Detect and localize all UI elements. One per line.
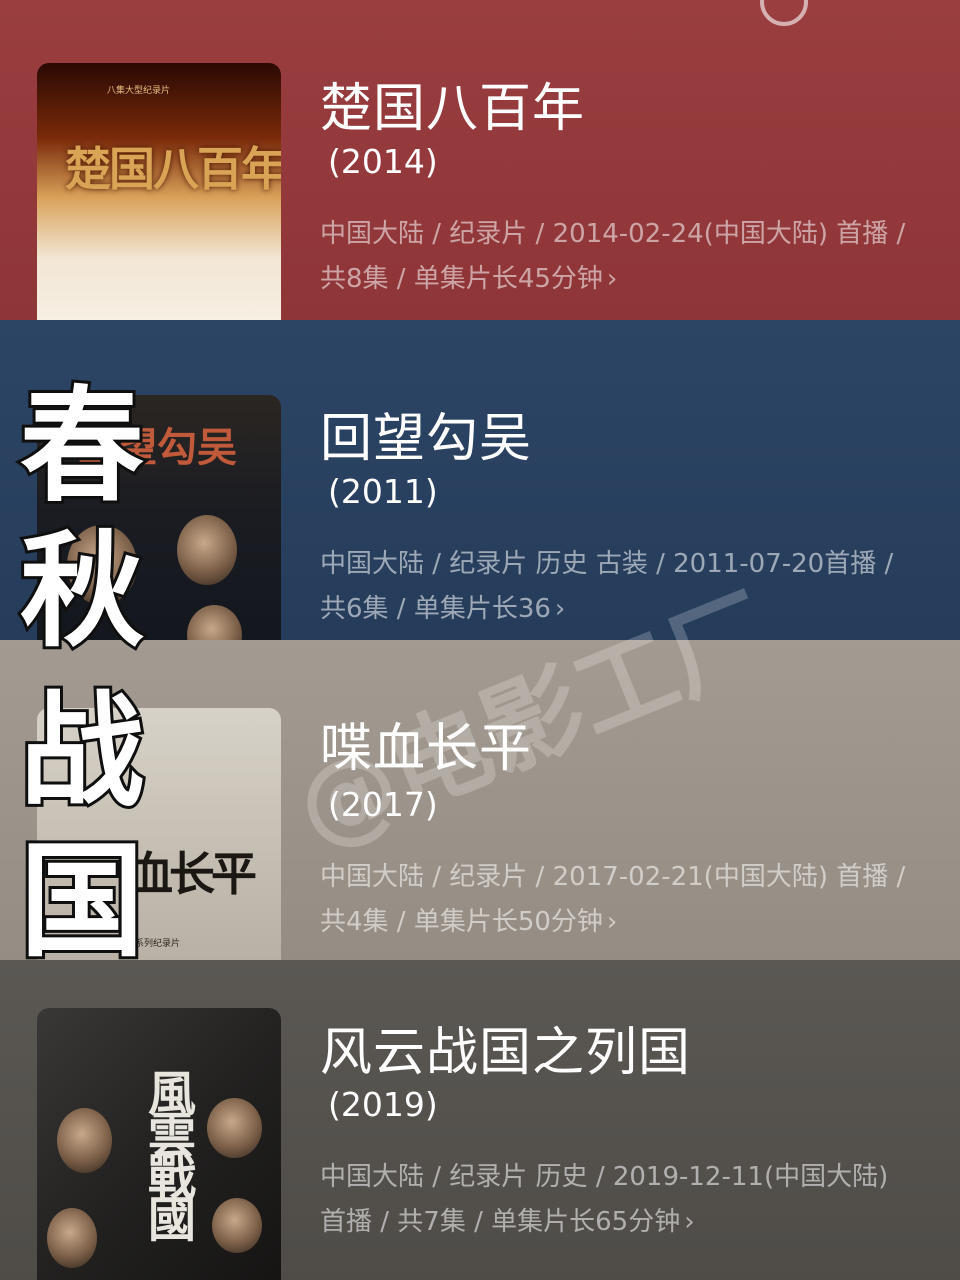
- poster-face: [187, 605, 242, 640]
- chevron-right-icon[interactable]: ›: [607, 900, 617, 945]
- meta-line-1: 中国大陆 / 纪录片 / 2017-02-21(中国大陆) 首播 /: [320, 862, 906, 892]
- movie-year: (2011): [328, 472, 438, 511]
- movie-meta[interactable]: 中国大陆 / 纪录片 / 2017-02-21(中国大陆) 首播 / 共4集 /…: [320, 855, 930, 945]
- poster-face: [212, 1198, 262, 1253]
- poster-title: 風雲戰國: [139, 1068, 195, 1236]
- meta-line-2: 首播 / 共7集 / 单集片长65分钟: [320, 1207, 681, 1237]
- meta-line-1: 中国大陆 / 纪录片 历史 / 2019-12-11(中国大陆): [320, 1162, 889, 1192]
- chevron-right-icon[interactable]: ›: [607, 257, 617, 302]
- movie-title[interactable]: 回望勾吴: [320, 396, 532, 471]
- poster-face: [177, 515, 237, 585]
- chevron-right-icon[interactable]: ›: [684, 1200, 694, 1245]
- movie-meta[interactable]: 中国大陆 / 纪录片 / 2014-02-24(中国大陆) 首播 / 共8集 /…: [320, 212, 930, 302]
- movie-title[interactable]: 风云战国之列国: [320, 1010, 691, 1085]
- meta-line-1: 中国大陆 / 纪录片 / 2014-02-24(中国大陆) 首播 /: [320, 219, 906, 249]
- overlay-char-qiu: 秋: [17, 516, 147, 667]
- poster-image[interactable]: 八集大型纪录片 楚国八百年: [37, 63, 281, 320]
- movie-year: (2014): [328, 142, 438, 181]
- poster-face: [47, 1208, 97, 1268]
- poster-face: [207, 1098, 262, 1158]
- poster-title: 楚国八百年: [65, 142, 281, 196]
- poster-image[interactable]: 風雲戰國: [37, 1008, 281, 1280]
- meta-line-2: 共4集 / 单集片长50分钟: [320, 907, 603, 937]
- overlay-char-guo: 国: [17, 826, 147, 977]
- meta-line-2: 共6集 / 单集片长36: [320, 594, 551, 624]
- movie-year: (2019): [328, 1085, 438, 1124]
- poster-subtitle: 八集大型纪录片: [107, 86, 171, 96]
- meta-line-1: 中国大陆 / 纪录片 历史 古装 / 2011-07-20首播 /: [320, 549, 894, 579]
- meta-line-2: 共8集 / 单集片长45分钟: [320, 264, 603, 294]
- movie-title[interactable]: 楚国八百年: [320, 66, 585, 141]
- movie-meta[interactable]: 中国大陆 / 纪录片 历史 / 2019-12-11(中国大陆) 首播 / 共7…: [320, 1155, 930, 1245]
- poster-face: [57, 1108, 112, 1173]
